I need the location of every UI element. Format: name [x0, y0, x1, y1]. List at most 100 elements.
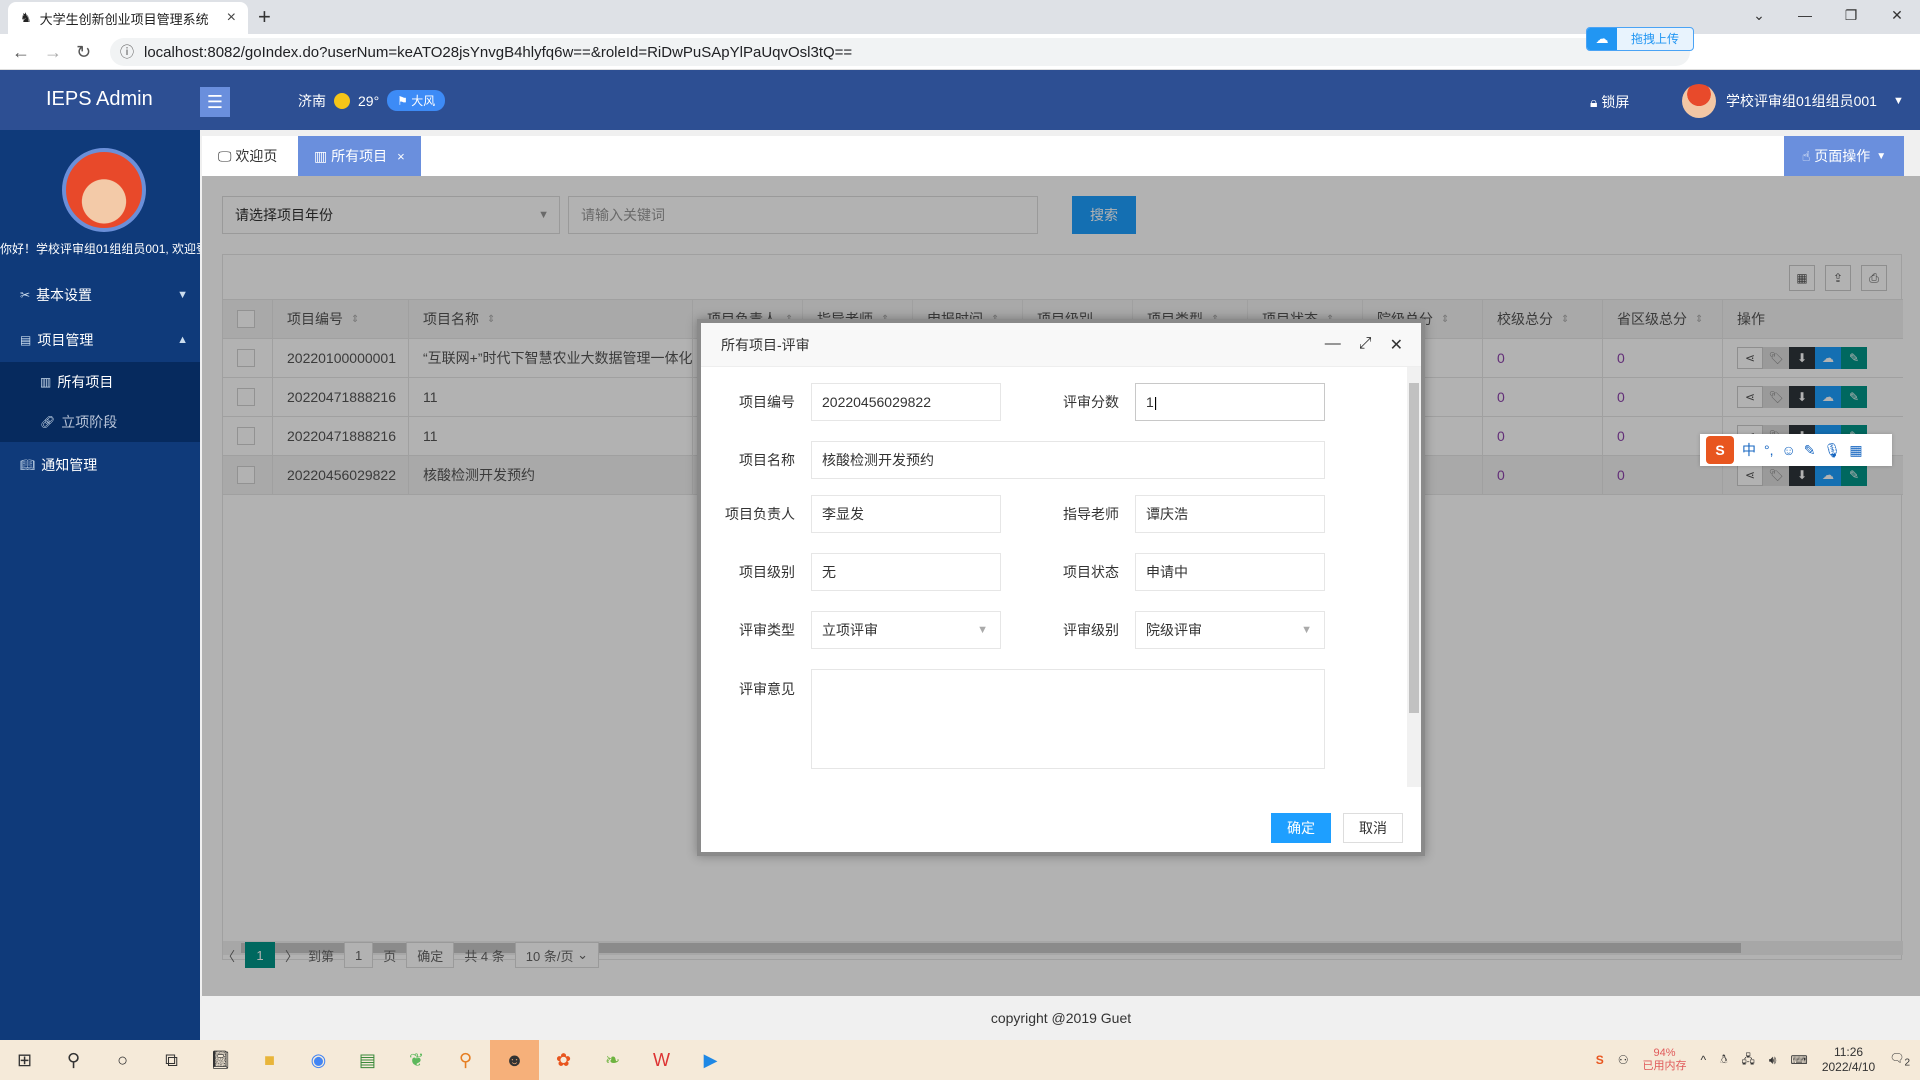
minimize-icon[interactable]: —	[1782, 0, 1828, 30]
status-field[interactable]: 申请中	[1135, 553, 1325, 591]
upload-label: 拖拽上传	[1631, 32, 1680, 46]
taskbar: ⊞ ⚲ ○ ⧉ 📓︎ ■ ◉ ▤ ❦ ⚲ ☻ ✿ ❧ W ▶ S ⚇ 94% 已…	[0, 1040, 1920, 1080]
menu-toggle-icon[interactable]: ☰	[200, 87, 230, 117]
page-operations-button[interactable]: ☝ 页面操作 ▼	[1784, 136, 1904, 176]
tray-expand-icon[interactable]: ^	[1700, 1053, 1706, 1067]
minimize-icon[interactable]: —	[1325, 335, 1341, 355]
browser-tab[interactable]: ♞ 大学生创新创业项目管理系统 ×	[8, 2, 248, 34]
project-name-field[interactable]: 核酸检测开发预约	[811, 441, 1325, 479]
memory-indicator: 94% 已用内存	[1642, 1047, 1686, 1073]
project-no-field[interactable]: 20220456029822	[811, 383, 1001, 421]
review-level-select[interactable]: 院级评审 ▼	[1135, 611, 1325, 649]
confirm-button[interactable]: 确定	[1271, 813, 1331, 843]
sidebar-item-all-projects[interactable]: ▥ 所有项目	[0, 362, 200, 402]
cancel-button[interactable]: 取消	[1343, 813, 1403, 843]
magnifier-app-icon[interactable]: ⚲	[441, 1040, 490, 1080]
sogou-icon[interactable]: S	[1706, 436, 1734, 464]
scrollbar-thumb[interactable]	[1409, 383, 1419, 713]
sidebar-item-basic-settings[interactable]: ✂ 基本设置 ▼	[0, 272, 200, 317]
url-input[interactable]: ⓘ localhost:8082/goIndex.do?userNum=keAT…	[110, 38, 1690, 66]
video-app-icon[interactable]: ▶	[686, 1040, 735, 1080]
field-label: 项目状态	[1063, 564, 1119, 580]
sogou-tray-icon[interactable]: S	[1596, 1053, 1604, 1067]
app-cartoon-icon[interactable]: ☻	[490, 1040, 539, 1080]
clock[interactable]: 11:26 2022/4/10	[1822, 1045, 1875, 1075]
teacher-field[interactable]: 谭庆浩	[1135, 495, 1325, 533]
wps-icon[interactable]: W	[637, 1040, 686, 1080]
sidebar-item-project-management[interactable]: ▤ 项目管理 ▲	[0, 317, 200, 362]
new-tab-button[interactable]: +	[258, 4, 271, 30]
pen-icon[interactable]: ✎	[1804, 442, 1816, 459]
lock-icon: 🔒︎	[1590, 94, 1598, 110]
chrome-icon[interactable]: ◉	[294, 1040, 343, 1080]
app-logo: IEPS Admin	[46, 88, 153, 110]
wind-label: 大风	[411, 94, 436, 108]
back-icon[interactable]: ←	[12, 42, 30, 63]
search-icon[interactable]: ⚲	[49, 1040, 98, 1080]
forward-icon[interactable]: →	[44, 42, 62, 63]
spring-icon[interactable]: ❧	[588, 1040, 637, 1080]
document-icon: ▤	[20, 332, 32, 347]
field-value: 1	[1146, 394, 1154, 410]
reload-icon[interactable]: ↻	[76, 42, 91, 63]
maximize-icon[interactable]: ⤢	[1359, 335, 1372, 355]
sidebar-item-approval-stage[interactable]: 🔗︎ 立项阶段	[0, 402, 200, 442]
editor-icon[interactable]: ▤	[343, 1040, 392, 1080]
people-icon[interactable]: ⚇	[1618, 1053, 1629, 1067]
sidebar: 你好！学校评审组01组组员001, 欢迎登录 ✂ 基本设置 ▼ ▤ 项目管理 ▲…	[0, 130, 200, 1040]
chevron-down-icon: ▼	[977, 624, 988, 636]
field-value: 李显发	[822, 506, 864, 522]
score-input[interactable]: 1 |	[1135, 383, 1325, 421]
leader-field[interactable]: 李显发	[811, 495, 1001, 533]
tab-label: 所有项目	[331, 148, 388, 164]
user-avatar	[1682, 84, 1716, 118]
dialog-scrollbar[interactable]	[1407, 367, 1421, 787]
keyboard-icon[interactable]: ⌨	[1790, 1053, 1807, 1067]
close-window-icon[interactable]: ✕	[1874, 0, 1920, 30]
ime-punct[interactable]: °,	[1764, 442, 1774, 458]
qq-icon[interactable]: 🐧︎	[1720, 1052, 1727, 1068]
close-tab-icon[interactable]: ×	[227, 9, 236, 27]
opinion-textarea[interactable]	[811, 669, 1325, 769]
restore-icon[interactable]: ❐	[1828, 0, 1874, 30]
network-icon[interactable]: 🖧︎	[1742, 1050, 1755, 1071]
windows-start-icon[interactable]: ⊞	[0, 1040, 49, 1080]
weather-temp: 29°	[358, 92, 380, 109]
tab-all-projects[interactable]: ▥ 所有项目 ×	[298, 136, 421, 176]
app-leaf-icon[interactable]: ❦	[392, 1040, 441, 1080]
close-icon[interactable]: ✕	[1390, 335, 1403, 355]
field-value: 核酸检测开发预约	[822, 452, 934, 468]
lock-screen-button[interactable]: 🔒︎ 锁屏	[1590, 92, 1629, 112]
ime-toolbar: S 中 °, ☺ ✎ 🎙︎ ▦	[1700, 434, 1892, 466]
ime-mode[interactable]: 中	[1742, 440, 1756, 460]
app-orange-icon[interactable]: ✿	[539, 1040, 588, 1080]
info-icon[interactable]: ⓘ	[120, 42, 134, 62]
horse-icon: ♞	[20, 10, 32, 25]
mic-icon[interactable]: 🎙︎	[1824, 442, 1842, 459]
upload-extension[interactable]: ☁ 拖拽上传	[1586, 27, 1695, 51]
chevron-down-icon: ▼	[1301, 624, 1312, 636]
tab-welcome[interactable]: 🖵︎ 欢迎页	[202, 136, 294, 176]
task-view-icon[interactable]: ⧉	[147, 1040, 196, 1080]
stack-icon: ▥	[40, 375, 52, 389]
user-menu[interactable]: 学校评审组01组组员001 ▼	[1682, 84, 1904, 118]
notepad-icon[interactable]: 📓︎	[196, 1040, 245, 1080]
sidebar-item-label: 所有项目	[57, 374, 114, 390]
emoji-icon[interactable]: ☺	[1782, 442, 1796, 458]
cortana-icon[interactable]: ○	[98, 1040, 147, 1080]
volume-icon[interactable]: 🔊︎	[1769, 1053, 1777, 1068]
tab-search-icon[interactable]: ⌄	[1736, 0, 1782, 30]
field-value: 申请中	[1146, 564, 1188, 580]
lock-label: 锁屏	[1601, 94, 1630, 110]
grid-icon[interactable]: ▦	[1849, 442, 1862, 459]
notification-icon[interactable]: 🗨︎2	[1889, 1051, 1910, 1068]
page-ops-label: 页面操作	[1814, 148, 1871, 164]
level-field[interactable]: 无	[811, 553, 1001, 591]
sidebar-item-notice-management[interactable]: 📖︎ 通知管理	[0, 442, 200, 487]
review-type-select[interactable]: 立项评审 ▼	[811, 611, 1001, 649]
close-tab-icon[interactable]: ×	[397, 149, 405, 164]
hand-icon: ☝	[1801, 147, 1815, 164]
file-explorer-icon[interactable]: ■	[245, 1040, 294, 1080]
field-label: 项目级别	[739, 564, 795, 580]
field-label: 项目编号	[739, 394, 795, 410]
